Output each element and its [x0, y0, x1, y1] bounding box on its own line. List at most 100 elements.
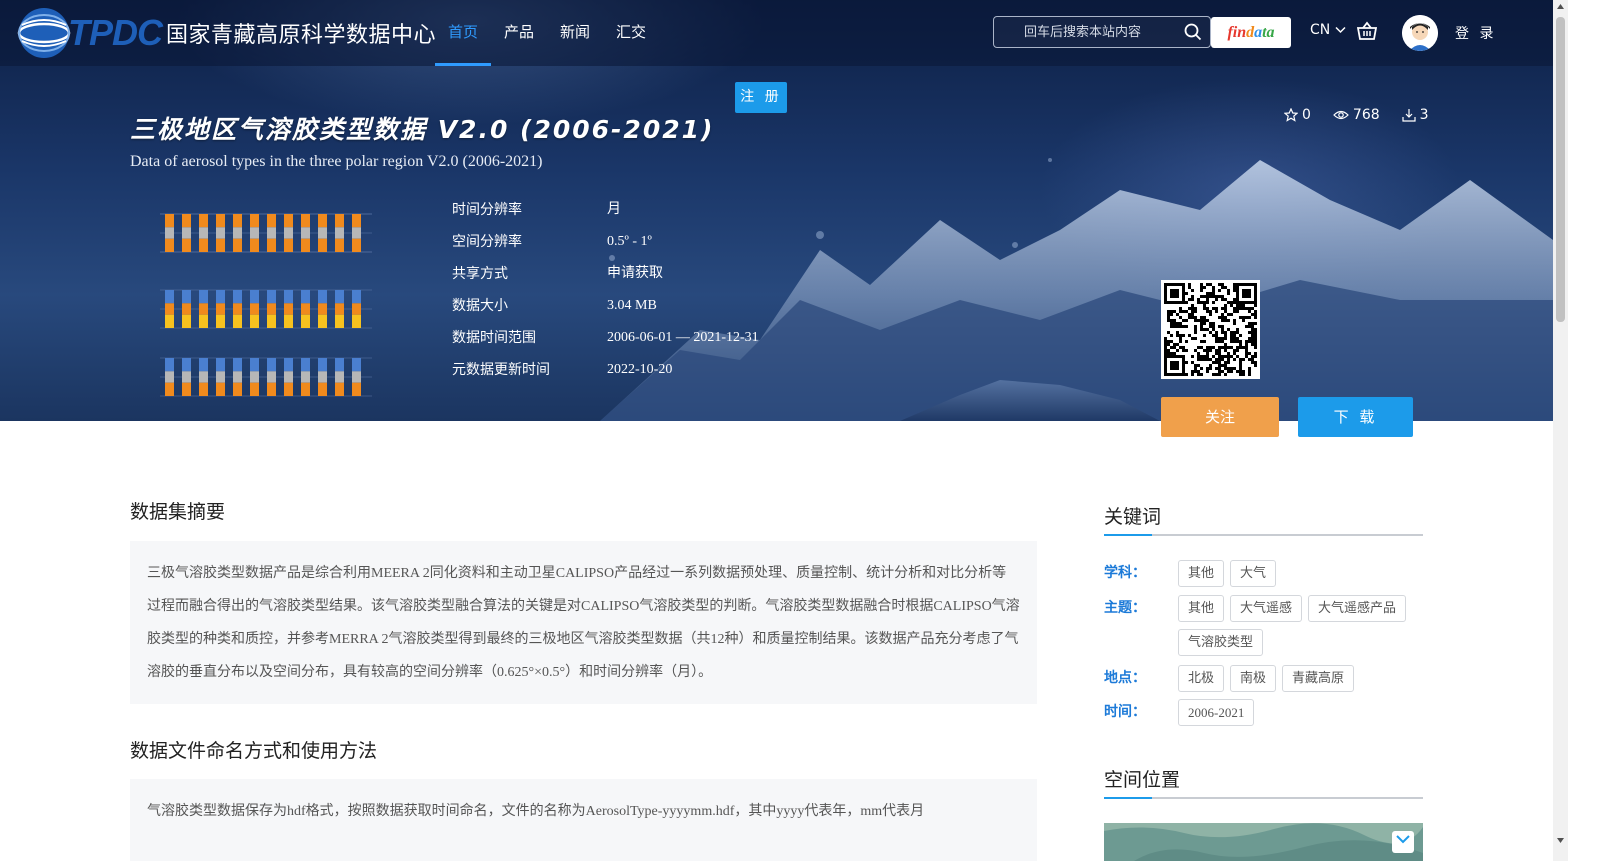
thumbnail-bar	[250, 290, 259, 304]
thumbnail-bar	[199, 238, 208, 252]
scroll-thumb[interactable]	[1556, 17, 1565, 322]
qr-module	[1191, 295, 1194, 298]
site-logo[interactable]: TPDC 国家青藏高原科学数据中心	[14, 3, 436, 63]
qr-module	[1221, 358, 1224, 361]
dataset-thumbnail	[160, 213, 372, 397]
search-icon[interactable]	[1184, 23, 1202, 41]
meta-row: 时间分辨率 月	[452, 198, 759, 230]
qr-module	[1200, 295, 1203, 298]
qr-module	[1230, 304, 1233, 307]
dataset-title-en: Data of aerosol types in the three polar…	[130, 153, 543, 170]
thumbnail-bar	[267, 382, 276, 396]
keyword-row-theme: 主题： 其他 大气遥感 大气遥感产品 气溶胶类型	[1104, 595, 1428, 663]
keyword-tag[interactable]: 北极	[1178, 665, 1225, 692]
qr-module	[1212, 292, 1215, 295]
thumbnail-bar	[267, 358, 276, 372]
qr-module	[1221, 298, 1224, 301]
qr-module	[1212, 307, 1215, 310]
keyword-tag[interactable]: 南极	[1230, 665, 1277, 692]
star-icon	[1284, 108, 1298, 122]
qr-module	[1191, 316, 1194, 319]
qr-module	[1221, 313, 1224, 316]
qr-module	[1194, 364, 1197, 367]
qr-module	[1215, 307, 1218, 310]
keyword-tag[interactable]: 青藏高原	[1282, 665, 1355, 692]
download-icon	[1402, 109, 1416, 122]
meta-row: 元数据更新时间 2022-10-20	[452, 358, 759, 390]
keyword-tag[interactable]: 大气	[1230, 560, 1277, 587]
nav-submit[interactable]: 汇交	[603, 0, 659, 66]
qr-module	[1218, 316, 1221, 319]
qr-module	[1173, 322, 1176, 325]
location-map[interactable]	[1104, 823, 1423, 861]
qr-module	[1188, 316, 1191, 319]
qr-module	[1203, 334, 1206, 337]
qr-module	[1200, 358, 1203, 361]
qr-module	[1191, 310, 1194, 313]
nav-home[interactable]: 首页	[435, 0, 492, 66]
thumbnail-bar	[267, 303, 276, 315]
meta-value: 2006-06-01 — 2021-12-31	[607, 330, 759, 345]
follow-button[interactable]: 关注	[1161, 397, 1279, 437]
download-button[interactable]: 下 载	[1298, 397, 1413, 437]
thumbnail-bar	[318, 214, 327, 228]
register-button[interactable]: 注 册	[735, 82, 787, 113]
qr-module	[1224, 310, 1227, 313]
qr-module	[1224, 343, 1227, 346]
keyword-tag[interactable]: 其他	[1178, 595, 1225, 622]
thumbnail-bar	[352, 314, 361, 328]
thumbnail-bar	[318, 238, 327, 252]
keyword-tag[interactable]: 其他	[1178, 560, 1225, 587]
keyword-tag[interactable]: 大气遥感	[1230, 595, 1303, 622]
language-switch[interactable]: CN	[1310, 22, 1346, 38]
nav-news[interactable]: 新闻	[547, 0, 603, 66]
qr-module	[1203, 322, 1206, 325]
thumbnail-bar	[267, 214, 276, 228]
keyword-tag[interactable]: 2006-2021	[1178, 699, 1255, 726]
keyword-tag[interactable]: 大气遥感产品	[1308, 595, 1407, 622]
qr-module	[1239, 370, 1242, 373]
meta-value: 3.04 MB	[607, 298, 657, 313]
thumbnail-bar	[335, 303, 344, 315]
qr-module	[1209, 322, 1212, 325]
qr-module	[1224, 349, 1227, 352]
thumbnail-bar	[250, 382, 259, 396]
qr-module	[1179, 310, 1182, 313]
qr-module	[1254, 322, 1257, 325]
qr-module	[1164, 337, 1167, 340]
qr-module	[1251, 340, 1254, 343]
qr-module	[1167, 352, 1170, 355]
cart-icon[interactable]	[1357, 21, 1377, 41]
qr-module	[1197, 364, 1200, 367]
thumbnail-bar	[199, 358, 208, 372]
star-count[interactable]: 0	[1284, 107, 1311, 123]
search-input[interactable]	[994, 17, 1164, 47]
scroll-down-icon[interactable]	[1556, 835, 1565, 845]
nav-products[interactable]: 产品	[491, 0, 547, 66]
qr-module	[1221, 319, 1224, 322]
scroll-up-icon[interactable]	[1556, 2, 1565, 12]
abstract-box: 三极气溶胶类型数据产品是综合利用MEERA 2同化资料和主动卫星CALIPSO产…	[130, 541, 1037, 704]
avatar[interactable]	[1402, 15, 1438, 51]
keyword-tag[interactable]: 气溶胶类型	[1178, 629, 1264, 656]
qr-module	[1227, 361, 1230, 364]
qr-module	[1251, 355, 1254, 358]
findata-link[interactable]: findata	[1211, 17, 1291, 48]
qr-module	[1215, 337, 1218, 340]
qr-module	[1200, 316, 1203, 319]
qr-module	[1212, 295, 1215, 298]
qr-module	[1248, 307, 1251, 310]
qr-module	[1233, 352, 1236, 355]
page-scrollbar[interactable]	[1553, 0, 1568, 861]
qr-module	[1194, 310, 1197, 313]
login-link[interactable]: 登 录	[1455, 23, 1496, 43]
qr-module	[1167, 349, 1170, 352]
qr-module	[1254, 355, 1257, 358]
qr-module	[1164, 343, 1167, 346]
qr-module	[1218, 352, 1221, 355]
qr-module	[1179, 340, 1182, 343]
qr-module	[1227, 346, 1230, 349]
qr-module	[1179, 316, 1182, 319]
qr-module	[1224, 367, 1227, 370]
qr-module	[1215, 310, 1218, 313]
